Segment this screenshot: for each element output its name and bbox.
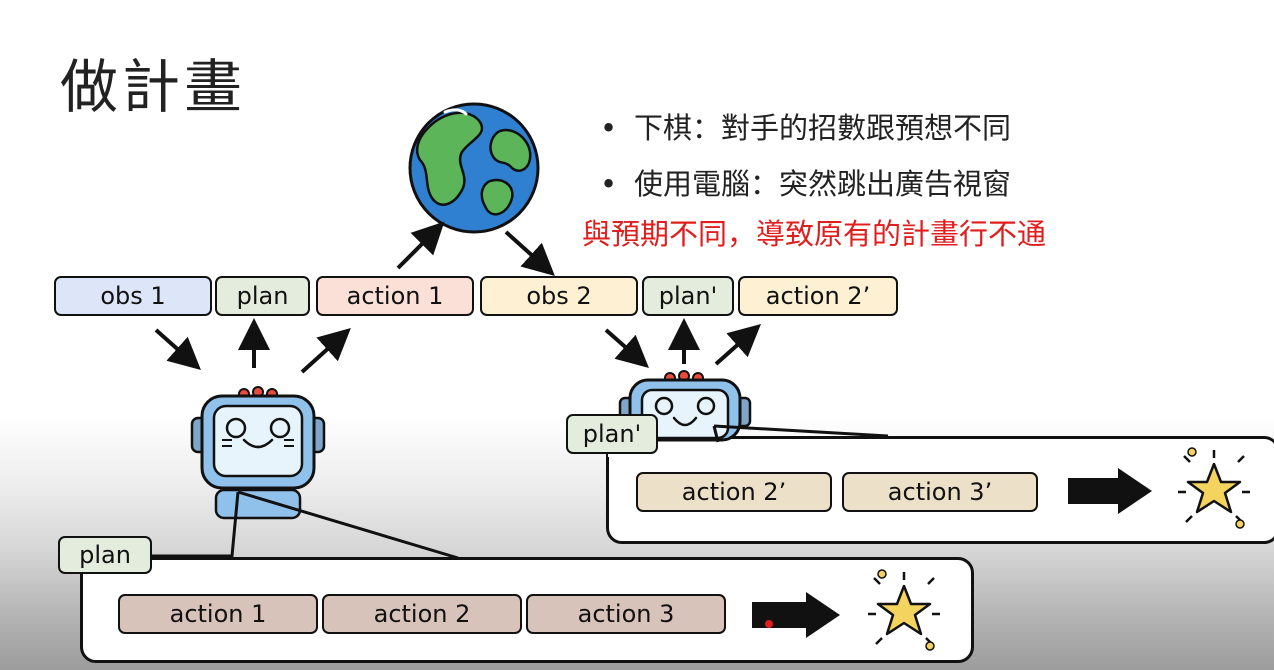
action1-box: action 1 <box>316 276 474 316</box>
bullet-item: 使用電腦：突然跳出廣告視窗 <box>596 164 1011 220</box>
plan-prime-box: plan' <box>642 276 734 316</box>
plan-action: action 2 <box>322 594 522 634</box>
arrow-obs1-to-robot <box>154 328 201 370</box>
warning-note: 與預期不同，導致原有的計畫行不通 <box>582 217 1047 251</box>
arrow-robot-to-action1 <box>300 327 351 374</box>
plan-action: action 2’ <box>636 472 832 512</box>
bullet-list: 下棋：對手的招數跟預想不同 使用電腦：突然跳出廣告視窗 <box>596 108 1011 220</box>
obs1-box: obs 1 <box>54 276 212 316</box>
arrow-to-earth <box>396 221 445 270</box>
arrow-from-earth <box>504 230 555 277</box>
plan-action: action 3 <box>526 594 726 634</box>
page-title: 做計畫 <box>60 53 247 121</box>
obs2-box: obs 2 <box>480 276 638 316</box>
robot-icon <box>190 386 326 520</box>
plan-action: action 1 <box>118 594 318 634</box>
plan-action: action 3’ <box>842 472 1038 512</box>
arrow-obs2-to-robot <box>604 328 649 368</box>
plan-prime-tag: plan' <box>566 414 658 454</box>
plan-tag: plan <box>58 536 152 574</box>
bullet-item: 下棋：對手的招數跟預想不同 <box>596 108 1011 164</box>
plan-connector <box>152 491 240 558</box>
plan-box: plan <box>215 276 310 316</box>
plan-prime-connector <box>713 424 889 438</box>
arrow-robot-to-action2prime <box>714 324 761 366</box>
action2prime-box: action 2’ <box>738 276 898 316</box>
